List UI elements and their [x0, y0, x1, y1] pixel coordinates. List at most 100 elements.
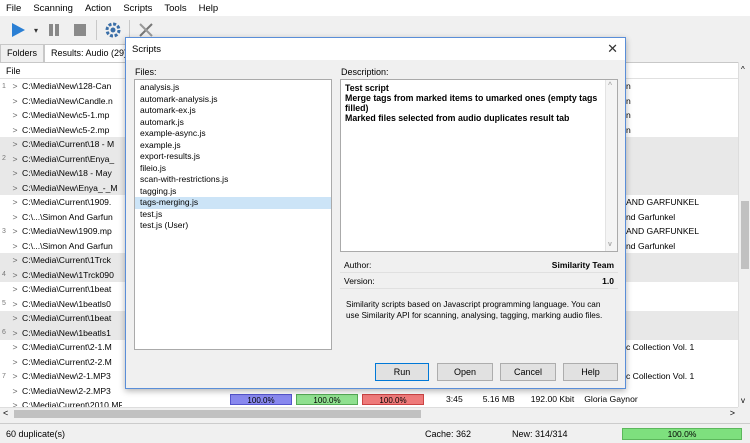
- expand-icon[interactable]: >: [8, 313, 22, 323]
- cancel-button[interactable]: Cancel: [500, 363, 556, 381]
- scroll-left-icon[interactable]: <: [3, 408, 8, 418]
- start-button[interactable]: [8, 20, 28, 40]
- expand-icon[interactable]: >: [8, 284, 22, 294]
- expand-icon[interactable]: >: [8, 125, 22, 135]
- expand-icon[interactable]: >: [8, 371, 22, 381]
- horizontal-scroll-thumb[interactable]: [14, 410, 421, 418]
- scroll-up-icon[interactable]: ^: [741, 65, 745, 74]
- menu-scanning[interactable]: Scanning: [33, 3, 73, 14]
- expand-icon[interactable]: >: [8, 386, 22, 396]
- file-path: C:\...\Simon And Garfun: [22, 211, 113, 222]
- description-scrollbar[interactable]: ^ v: [605, 80, 617, 251]
- expand-icon[interactable]: >: [8, 81, 22, 91]
- expand-icon[interactable]: >: [8, 139, 22, 149]
- progress-bar: 100.0%: [622, 428, 742, 440]
- tag-info: n: [626, 110, 631, 121]
- expand-icon[interactable]: >: [8, 226, 22, 236]
- menu-action[interactable]: Action: [85, 3, 111, 14]
- version-label: Version:: [344, 276, 375, 286]
- file-path: C:\Media\Current\Enya_: [22, 153, 115, 164]
- horizontal-scrollbar[interactable]: < >: [0, 407, 738, 419]
- file-list-item[interactable]: tags-merging.js: [135, 197, 331, 209]
- expand-icon[interactable]: >: [8, 328, 22, 338]
- description-title: Test script: [345, 83, 389, 93]
- file-list-item[interactable]: automark.js: [135, 117, 331, 129]
- expand-icon[interactable]: >: [8, 342, 22, 352]
- open-button[interactable]: Open: [437, 363, 493, 381]
- expand-icon[interactable]: >: [8, 212, 22, 222]
- scroll-down-icon[interactable]: v: [741, 396, 745, 405]
- help-button[interactable]: Help: [563, 363, 618, 381]
- match-cell: 100.0%: [296, 393, 358, 405]
- pause-icon: [49, 24, 60, 36]
- expand-icon[interactable]: >: [8, 299, 22, 309]
- expand-icon[interactable]: >: [8, 110, 22, 120]
- vertical-scroll-thumb[interactable]: [741, 201, 749, 269]
- group-number: 5: [2, 300, 6, 308]
- expand-icon[interactable]: >: [8, 255, 22, 265]
- scroll-down-icon[interactable]: v: [608, 240, 612, 250]
- expand-icon[interactable]: >: [8, 183, 22, 193]
- scripts-dialog: Scripts ✕ Files: Description: analysis.j…: [125, 37, 626, 389]
- scroll-right-icon[interactable]: >: [730, 408, 735, 418]
- size-value: 5.16 MB: [482, 394, 515, 404]
- play-icon: [12, 23, 25, 37]
- file-list-item[interactable]: export-results.js: [135, 151, 331, 163]
- files-label: Files:: [135, 67, 157, 77]
- expand-icon[interactable]: >: [8, 357, 22, 367]
- settings-button[interactable]: [103, 20, 123, 40]
- tab-results-audio[interactable]: Results: Audio (29): [44, 44, 135, 62]
- group-number: 4: [2, 271, 6, 279]
- stop-button[interactable]: [70, 20, 90, 40]
- tab-strip: Folders Results: Audio (29): [0, 44, 135, 62]
- match-cell: 100.0%: [362, 393, 424, 405]
- file-path: C:\Media\Current\2-2.M: [22, 356, 112, 367]
- tag-info: c Collection Vol. 1: [626, 371, 695, 382]
- run-button[interactable]: Run: [375, 363, 429, 381]
- file-list-item[interactable]: fileio.js: [135, 163, 331, 175]
- author-label: Author:: [344, 260, 372, 270]
- files-list[interactable]: analysis.js automark-analysis.js automark-…: [134, 79, 332, 350]
- description-line: Merge tags from marked items to umarked …: [345, 93, 598, 113]
- file-list-item[interactable]: example.js: [135, 140, 331, 152]
- file-list-item[interactable]: example-async.js: [135, 128, 331, 140]
- menu-tools[interactable]: Tools: [164, 3, 186, 14]
- pause-button[interactable]: [44, 20, 64, 40]
- start-dropdown-icon[interactable]: ▾: [34, 26, 38, 35]
- about-text: Similarity scripts based on Javascript p…: [346, 300, 603, 320]
- tab-folders[interactable]: Folders: [0, 44, 45, 62]
- file-path: C:\Media\New\128-Can: [22, 81, 112, 92]
- expand-icon[interactable]: >: [8, 241, 22, 251]
- file-path: C:\Media\New\Enya_-_M: [22, 182, 118, 193]
- file-list-item[interactable]: automark-ex.js: [135, 105, 331, 117]
- group-number: 3: [2, 227, 6, 235]
- file-list-item[interactable]: test.js (User): [135, 220, 331, 232]
- expand-icon[interactable]: >: [8, 197, 22, 207]
- file-path: C:\Media\Current\2010.MP3: [22, 400, 122, 407]
- file-list-item[interactable]: tagging.js: [135, 186, 331, 198]
- file-path: C:\Media\New\18 - May: [22, 168, 112, 179]
- file-path: C:\Media\New\2-1.MP3: [22, 371, 111, 382]
- expand-icon[interactable]: >: [8, 400, 22, 407]
- expand-icon[interactable]: >: [8, 168, 22, 178]
- file-list-item[interactable]: analysis.js: [135, 82, 331, 94]
- expand-icon[interactable]: >: [8, 96, 22, 106]
- menu-help[interactable]: Help: [199, 3, 219, 14]
- expand-icon[interactable]: >: [8, 154, 22, 164]
- menu-file[interactable]: File: [6, 3, 21, 14]
- file-list-item[interactable]: automark-analysis.js: [135, 94, 331, 106]
- tag-info: nd Garfunkel: [626, 240, 676, 251]
- vertical-scrollbar[interactable]: ^ v: [738, 62, 750, 407]
- stop-icon: [74, 24, 87, 36]
- scroll-up-icon[interactable]: ^: [608, 81, 612, 91]
- tag-info: n: [626, 95, 631, 106]
- author-value: Similarity Team: [551, 260, 614, 270]
- file-list-item[interactable]: scan-with-restrictions.js: [135, 174, 331, 186]
- close-icon[interactable]: ✕: [607, 41, 618, 57]
- group-number: 7: [2, 372, 6, 380]
- group-number: 6: [2, 329, 6, 337]
- file-list-item[interactable]: test.js: [135, 209, 331, 221]
- file-path: C:\Media\New\1Trck090: [22, 269, 114, 280]
- menu-scripts[interactable]: Scripts: [123, 3, 152, 14]
- expand-icon[interactable]: >: [8, 270, 22, 280]
